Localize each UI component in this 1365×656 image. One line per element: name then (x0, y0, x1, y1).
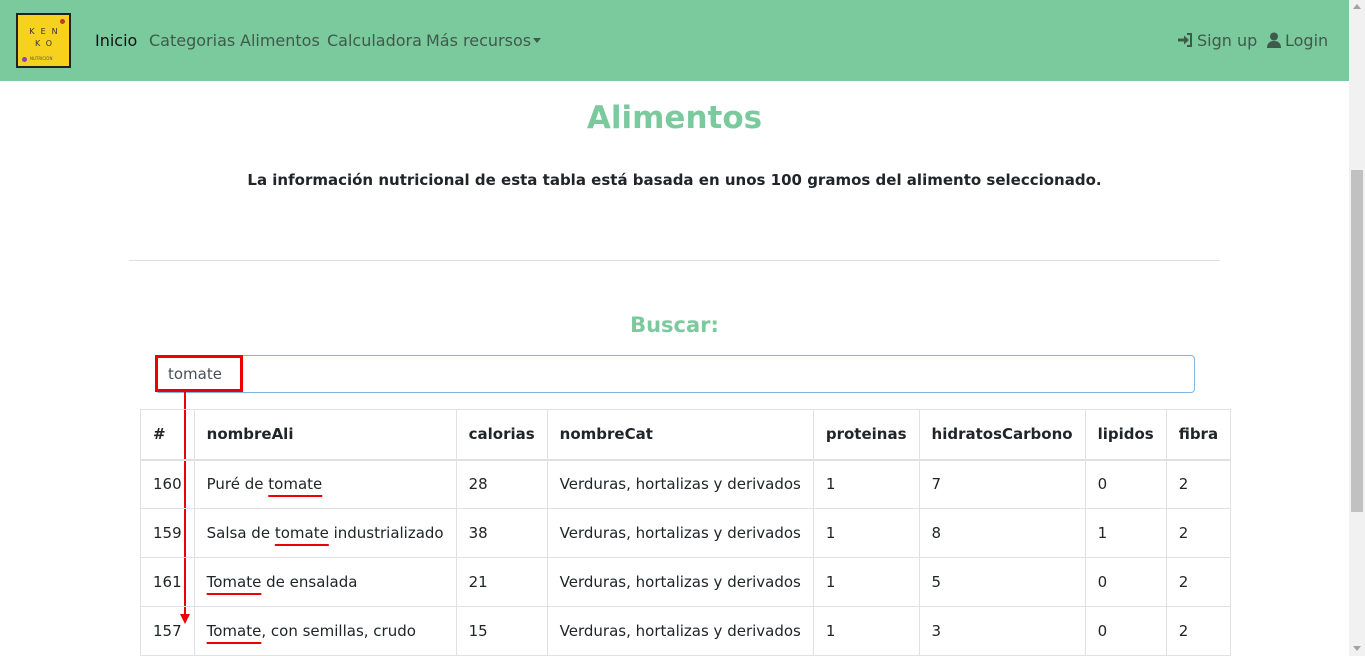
cell-hidratoscarbono: 8 (918, 508, 1086, 558)
cell-nombrecat: Verduras, hortalizas y derivados (546, 508, 814, 558)
caret-down-icon (533, 38, 542, 43)
cell-lipidos: 0 (1084, 459, 1167, 509)
column-header-proteinas[interactable]: proteinas (812, 409, 920, 461)
nav-calculadora[interactable]: Calculadora (327, 30, 422, 52)
nav-alimentos[interactable]: Alimentos (240, 30, 320, 52)
search-heading: Buscar: (630, 313, 719, 337)
name-text: de ensalada (261, 573, 358, 591)
signup-link[interactable]: Sign up (1177, 30, 1257, 52)
nav-categorias[interactable]: Categorias (149, 30, 235, 52)
cell-proteinas: 1 (812, 508, 920, 558)
nav-mas-recursos-label: Más recursos (426, 31, 532, 50)
search-input[interactable] (155, 355, 1195, 393)
nav-inicio[interactable]: Inicio (95, 30, 137, 52)
cell-calorias: 15 (455, 606, 548, 656)
cell-fibra: 2 (1165, 557, 1232, 607)
nav-mas-recursos-dropdown[interactable]: Más recursos (426, 30, 542, 52)
column-header-fibra[interactable]: fibra (1165, 409, 1232, 461)
table-row[interactable]: 160 Puré de tomate 28 Verduras, hortaliz… (140, 459, 1232, 509)
name-text: , con semillas, crudo (261, 622, 416, 640)
page-subtitle: La información nutricional de esta tabla… (247, 171, 1102, 189)
column-header-nombreali[interactable]: nombreAli (193, 409, 457, 461)
cell-nombreali: Tomate, con semillas, crudo (193, 606, 457, 656)
cell-id: 161 (140, 557, 195, 607)
navbar: KEN KO NUTRICIÓN Inicio Categorias Alime… (0, 0, 1349, 81)
table-row[interactable]: 159 Salsa de tomate industrializado 38 V… (140, 508, 1232, 558)
cell-nombreali: Salsa de tomate industrializado (193, 508, 457, 558)
cell-calorias: 28 (455, 459, 548, 509)
name-text: Salsa de (206, 524, 275, 542)
column-header-lipidos[interactable]: lipidos (1084, 409, 1167, 461)
cell-id: 157 (140, 606, 195, 656)
scroll-up-arrow-icon[interactable] (1353, 4, 1361, 9)
results-table: # nombreAli calorias nombreCat proteinas… (140, 409, 1232, 656)
cell-proteinas: 1 (812, 557, 920, 607)
login-link[interactable]: Login (1267, 30, 1328, 52)
cell-lipidos: 0 (1084, 606, 1167, 656)
logo-line-1: KEN (29, 27, 64, 36)
cell-hidratoscarbono: 5 (918, 557, 1086, 607)
login-label: Login (1285, 31, 1329, 50)
name-match-highlight: tomate (268, 475, 323, 494)
cell-fibra: 2 (1165, 508, 1232, 558)
column-header-calorias[interactable]: calorias (455, 409, 548, 461)
column-header-id[interactable]: # (140, 409, 195, 461)
logo-berry-icon (22, 57, 27, 62)
cell-lipidos: 1 (1084, 508, 1167, 558)
cell-nombrecat: Verduras, hortalizas y derivados (546, 557, 814, 607)
table-header-row: # nombreAli calorias nombreCat proteinas… (140, 409, 1232, 461)
cell-fibra: 2 (1165, 459, 1232, 509)
table-row[interactable]: 161 Tomate de ensalada 21 Verduras, hort… (140, 557, 1232, 607)
cell-calorias: 21 (455, 557, 548, 607)
cell-nombreali: Tomate de ensalada (193, 557, 457, 607)
divider (129, 260, 1220, 261)
column-header-hidratoscarbono[interactable]: hidratosCarbono (918, 409, 1086, 461)
cell-nombrecat: Verduras, hortalizas y derivados (546, 606, 814, 656)
cell-fibra: 2 (1165, 606, 1232, 656)
cell-nombreali: Puré de tomate (193, 459, 457, 509)
cell-proteinas: 1 (812, 459, 920, 509)
sign-in-icon (1178, 33, 1192, 47)
name-text: industrializado (328, 524, 444, 542)
cell-lipidos: 0 (1084, 557, 1167, 607)
scroll-down-arrow-icon[interactable] (1353, 646, 1361, 651)
logo-line-3: NUTRICIÓN (30, 56, 53, 61)
logo-line-2: KO (34, 39, 59, 48)
name-match-highlight: tomate (274, 524, 329, 542)
signup-label: Sign up (1197, 31, 1258, 50)
cell-calorias: 38 (455, 508, 548, 558)
page-title: Alimentos (586, 100, 763, 136)
cell-id: 160 (140, 459, 195, 509)
cell-hidratoscarbono: 7 (918, 459, 1086, 509)
brand-logo[interactable]: KEN KO NUTRICIÓN (16, 13, 71, 68)
cell-nombrecat: Verduras, hortalizas y derivados (546, 459, 814, 509)
user-icon (1267, 32, 1281, 48)
annotation-highlight-box (155, 355, 243, 392)
column-header-nombrecat[interactable]: nombreCat (546, 409, 814, 461)
table-row[interactable]: 157 Tomate, con semillas, crudo 15 Verdu… (140, 606, 1232, 656)
cell-id: 159 (140, 508, 195, 558)
scrollbar-thumb[interactable] (1351, 170, 1363, 512)
cell-proteinas: 1 (812, 606, 920, 656)
name-match-highlight: Tomate (206, 622, 262, 640)
cell-hidratoscarbono: 3 (918, 606, 1086, 656)
name-text: Puré de (206, 475, 269, 494)
name-match-highlight: Tomate (206, 573, 262, 591)
logo-flower-icon (60, 19, 65, 24)
